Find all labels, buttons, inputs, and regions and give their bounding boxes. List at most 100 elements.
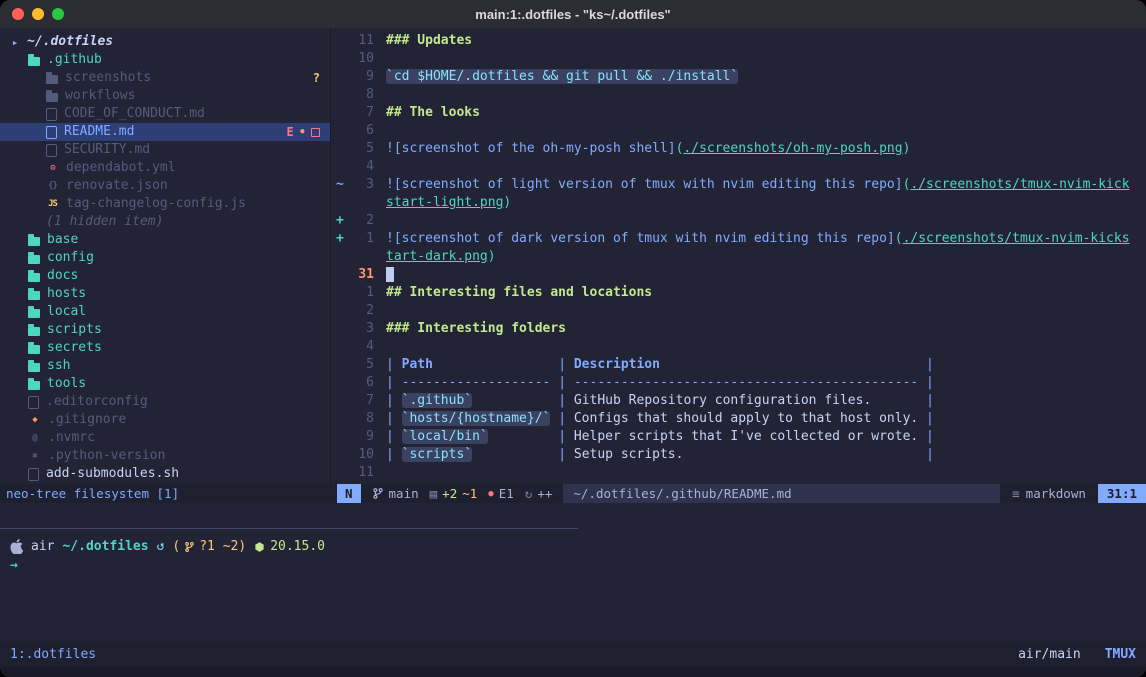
editor-line[interactable]: 8| `hosts/{hostname}/` | Configs that sh… <box>331 411 1146 429</box>
editor-line[interactable]: 5![screenshot of the oh-my-posh shell](.… <box>331 141 1146 159</box>
tmux-flag: TMUX <box>1105 647 1136 662</box>
line-text <box>374 51 386 69</box>
line-number: 8 <box>350 87 374 105</box>
git-icon: ◆ <box>28 415 41 425</box>
editor-line[interactable]: 10 <box>331 51 1146 69</box>
editor-line[interactable]: +2 <box>331 213 1146 231</box>
git-sign <box>331 339 350 357</box>
tmux-pane-divider[interactable] <box>0 528 578 529</box>
git-sign <box>331 447 350 465</box>
tree-item-scripts[interactable]: scripts <box>0 321 330 339</box>
tree-item-ssh[interactable]: ssh <box>0 357 330 375</box>
editor-line[interactable]: 31 <box>331 267 1146 285</box>
git-status-counts: ?1 ~2) <box>199 539 246 554</box>
tree-item-secrets[interactable]: secrets <box>0 339 330 357</box>
tree-item-label: .gitignore <box>48 411 126 429</box>
line-number: 9 <box>350 69 374 87</box>
tree-item-renovate-json[interactable]: {}renovate.json <box>0 177 330 195</box>
line-number: 5 <box>350 141 374 159</box>
editor-line[interactable]: 1## Interesting files and locations <box>331 285 1146 303</box>
tree-item-label: secrets <box>47 339 102 357</box>
editor-line[interactable]: 8 <box>331 87 1146 105</box>
tree-item-readme-md[interactable]: README.mdE• <box>0 123 330 141</box>
tree-item-tools[interactable]: tools <box>0 375 330 393</box>
tree-item-nvmrc[interactable]: @.nvmrc <box>0 429 330 447</box>
editor-line[interactable]: 3### Interesting folders <box>331 321 1146 339</box>
tree-item-label: hosts <box>47 285 86 303</box>
text-segment: ## Interesting files and locations <box>386 285 652 300</box>
editor-line[interactable]: tart-dark.png) <box>331 249 1146 267</box>
tree-item-github[interactable]: .github <box>0 51 330 69</box>
tree-item-python-version[interactable]: ✱.python-version <box>0 447 330 465</box>
tree-item-security-md[interactable]: SECURITY.md <box>0 141 330 159</box>
editor-pane[interactable]: 11### Updates 10 9`cd $HOME/.dotfiles &&… <box>331 28 1146 484</box>
tree-item-screenshots[interactable]: screenshots? <box>0 69 330 87</box>
tree-item-editorconfig[interactable]: .editorconfig <box>0 393 330 411</box>
line-text: | `.github` | GitHub Repository configur… <box>374 393 934 411</box>
tree-item-config[interactable]: config <box>0 249 330 267</box>
folder-icon <box>28 57 40 66</box>
tmux-window-item[interactable]: 1:.dotfiles <box>10 647 96 662</box>
text-segment: ) <box>488 249 496 264</box>
tree-item-gitignore[interactable]: ◆ .gitignore <box>0 411 330 429</box>
editor-line[interactable]: 10| `scripts` | Setup scripts. | <box>331 447 1146 465</box>
diagnostics: ● E1 <box>488 486 513 501</box>
line-number: 5 <box>350 357 374 375</box>
window-title: main:1:.dotfiles - "ks~/.dotfiles" <box>475 7 670 22</box>
text-segment: ### Updates <box>386 33 472 48</box>
tree-item-hosts[interactable]: hosts <box>0 285 330 303</box>
tree-item-label: workflows <box>65 87 135 105</box>
tree-item-label: local <box>47 303 86 321</box>
filetype-segment: ≡ markdown <box>1000 486 1098 501</box>
editor-line[interactable]: 7## The looks <box>331 105 1146 123</box>
text-segment: | <box>918 447 934 462</box>
line-number: 6 <box>350 123 374 141</box>
tree-item-base[interactable]: base <box>0 231 330 249</box>
editor-line[interactable]: ~3![screenshot of light version of tmux … <box>331 177 1146 195</box>
git-sign <box>331 285 350 303</box>
tree-item-dotfiles[interactable]: ▸~/.dotfiles <box>0 33 330 51</box>
tree-item-tag-changelog-config-js[interactable]: JStag-changelog-config.js <box>0 195 330 213</box>
tree-item-add-submodules-sh[interactable]: add-submodules.sh <box>0 465 330 483</box>
editor-line[interactable]: 5| Path | Description | <box>331 357 1146 375</box>
neo-tree-panel[interactable]: ▸~/.dotfiles.githubscreenshots?workflows… <box>0 28 330 484</box>
editor-line[interactable]: 9| `local/bin` | Helper scripts that I'v… <box>331 429 1146 447</box>
tree-item-dependabot-yml[interactable]: ⚙dependabot.yml <box>0 159 330 177</box>
file-icon <box>46 108 57 121</box>
editor-line[interactable]: 4 <box>331 339 1146 357</box>
git-sign: + <box>331 231 350 249</box>
editor-line[interactable]: 2 <box>331 303 1146 321</box>
editor-line[interactable]: 9 `cd $HOME/.dotfiles && git pull && ./in… <box>331 69 1146 87</box>
lualine: N main ▤ +2 ~1 ● E1 <box>337 484 1146 503</box>
editor-line[interactable]: 11### Updates <box>331 33 1146 51</box>
close-button[interactable] <box>12 8 24 20</box>
git-sign <box>331 267 350 285</box>
shell-pane[interactable]: air ~/.dotfiles ↺ ( ?1 ~2) 20.15.0 → <box>10 537 1136 575</box>
tree-item-code-of-conduct-md[interactable]: CODE_OF_CONDUCT.md <box>0 105 330 123</box>
editor-line[interactable]: 6| ------------------- | ---------------… <box>331 375 1146 393</box>
text-segment: `cd $HOME/.dotfiles && git pull && ./ins… <box>386 69 738 84</box>
editor-line[interactable]: start-light.png) <box>331 195 1146 213</box>
editor-line[interactable]: +1![screenshot of dark version of tmux w… <box>331 231 1146 249</box>
minimize-button[interactable] <box>32 8 44 20</box>
text-segment: Helper scripts that I've collected or wr… <box>574 429 918 444</box>
hostname: air <box>31 539 54 554</box>
line-number: 7 <box>350 105 374 123</box>
editor-line[interactable]: 4 <box>331 159 1146 177</box>
text-segment: ) <box>903 141 911 156</box>
text-segment: `hosts/{hostname}/` <box>402 411 551 426</box>
git-sign <box>331 429 350 447</box>
line-text <box>374 339 386 357</box>
editor-line[interactable]: 11 <box>331 465 1146 483</box>
tree-item-label: .github <box>47 51 102 69</box>
tree-item-workflows[interactable]: workflows <box>0 87 330 105</box>
tree-item-docs[interactable]: docs <box>0 267 330 285</box>
editor-line[interactable]: 6 <box>331 123 1146 141</box>
diff-icon: ▤ <box>430 486 438 501</box>
tree-item-local[interactable]: local <box>0 303 330 321</box>
tree-item-1-hidden-item[interactable]: (1 hidden item) <box>0 213 330 231</box>
zoom-button[interactable] <box>52 8 64 20</box>
editor-line[interactable]: 7| `.github` | GitHub Repository configu… <box>331 393 1146 411</box>
text-segment: | <box>550 447 573 462</box>
text-segment: | <box>386 429 402 444</box>
